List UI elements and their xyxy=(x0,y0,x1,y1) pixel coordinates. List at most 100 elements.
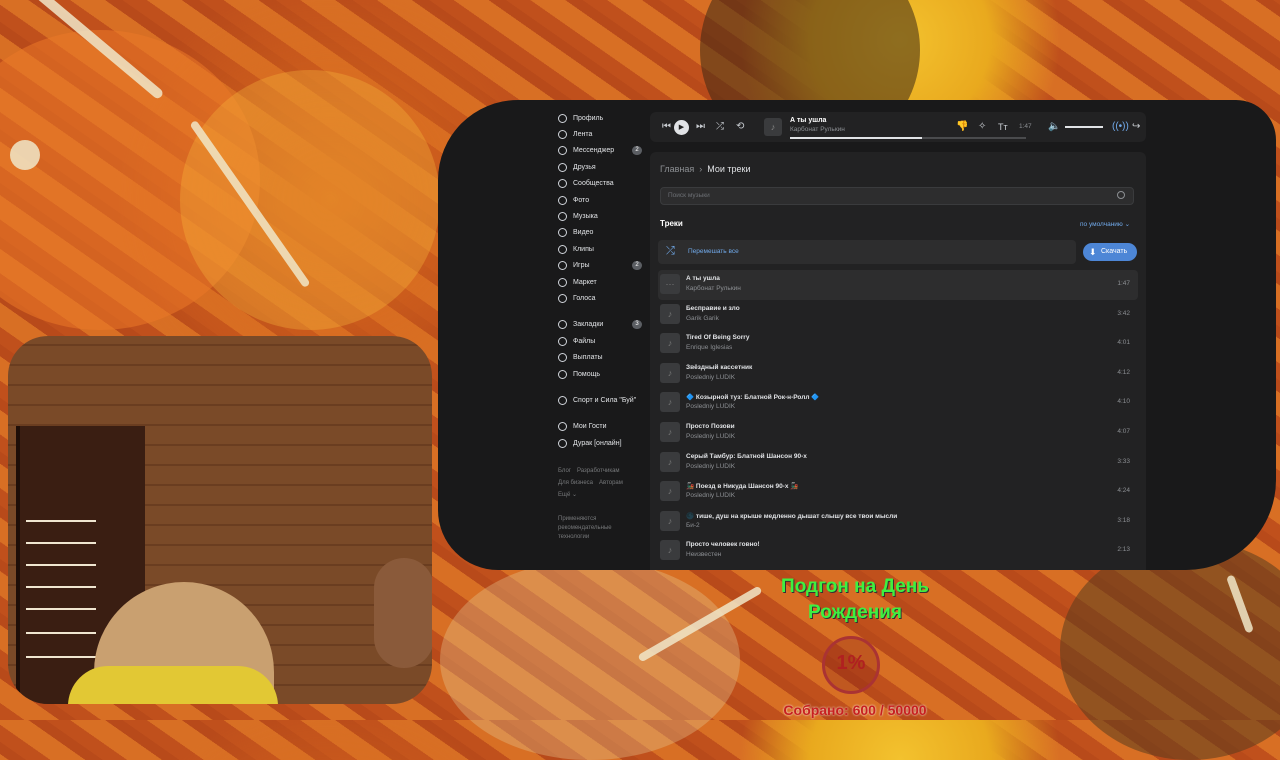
footer-link[interactable]: Авторам xyxy=(599,480,623,486)
track-title[interactable]: Бесправие и зло xyxy=(686,305,740,312)
sidebar-item-news[interactable]: Лента xyxy=(558,126,658,142)
track-title[interactable]: Звёздный кассетник xyxy=(686,364,752,371)
track-title[interactable]: 🌑 тише, душ на крыше медленно дышат слыш… xyxy=(686,512,897,520)
track-artist[interactable]: Карбонат Рулькин xyxy=(686,285,741,292)
next-track-icon[interactable]: ⏭ xyxy=(696,120,705,134)
sidebar-item-clips[interactable]: Клипы xyxy=(558,241,658,257)
track-duration: 4:10 xyxy=(1117,398,1130,406)
track-artist[interactable]: Posledniy LUDIK xyxy=(686,463,735,470)
track-artist[interactable]: Неизвестен xyxy=(686,551,721,558)
sidebar-item-profile[interactable]: Профиль xyxy=(558,110,658,126)
track-artist[interactable]: Enrique Iglesias xyxy=(686,344,732,351)
sidebar-item-label: Клипы xyxy=(573,245,594,253)
track-cover[interactable]: ♪ xyxy=(660,540,680,561)
track-artist[interactable]: Posledniy LUDIK xyxy=(686,492,735,499)
sidebar-item-label: Сообщества xyxy=(573,180,614,188)
track-artist[interactable]: Posledniy LUDIK xyxy=(686,433,735,440)
track-cover[interactable]: ♪ xyxy=(660,392,680,413)
track-cover[interactable]: ♪ xyxy=(660,421,680,442)
track-duration: 4:24 xyxy=(1117,487,1130,495)
now-playing-artist[interactable]: Карбонат Рулькин xyxy=(790,126,845,133)
sidebar-footer-links: Блог Разработчикам Для бизнеса Авторам Ещё ⌄ xyxy=(558,465,658,501)
sidebar-item-files[interactable]: Файлы xyxy=(558,333,658,349)
track-cover[interactable]: ♪ xyxy=(660,362,680,383)
lyrics-icon[interactable]: Tт xyxy=(998,120,1008,134)
track-artist[interactable]: Posledniy LUDIK xyxy=(686,374,735,381)
track-title[interactable]: Просто человек говно! xyxy=(686,541,760,548)
shuffle-all-button[interactable]: ⤮ Перемешать все xyxy=(658,240,1076,264)
footer-link[interactable]: Блог xyxy=(558,468,571,474)
search-icon[interactable] xyxy=(1117,191,1125,199)
sidebar-item-payouts[interactable]: Выплаты xyxy=(558,349,658,365)
track-title[interactable]: 🚂 Поезд в Никуда Шансон 90-х 🚂 xyxy=(686,482,798,490)
track-artist[interactable]: Би-2 xyxy=(686,522,700,529)
track-cover[interactable]: ♪ xyxy=(660,303,680,324)
clips-icon xyxy=(558,244,567,254)
sidebar-item-messenger[interactable]: Мессенджер 2 xyxy=(558,143,658,159)
track-row[interactable]: ♪ 🔷 Козырной туз: Блатной Рок-н-Ролл 🔷 Pos… xyxy=(658,388,1138,418)
track-row[interactable]: ♪ Серый Тамбур: Блатной Шансон 90-х Posled… xyxy=(658,448,1138,478)
track-cover[interactable]: ♪ xyxy=(660,451,680,472)
sidebar-item-group[interactable]: Спорт и Сила "Буй" xyxy=(558,392,658,408)
share-icon[interactable]: ↪ xyxy=(1132,120,1140,134)
footer-link[interactable]: Для бизнеса xyxy=(558,480,593,486)
sidebar-item-label: Фото xyxy=(573,196,590,204)
track-title[interactable]: Просто Позови xyxy=(686,423,735,430)
sidebar-item-video[interactable]: Видео xyxy=(558,225,658,241)
sparkle-icon[interactable]: ✧ xyxy=(978,120,986,134)
sidebar-item-photo[interactable]: Фото xyxy=(558,192,658,208)
track-row[interactable]: ♪ Бесправие и зло Garik Garik 3:42 xyxy=(658,300,1138,330)
sidebar-item-friends[interactable]: Друзья xyxy=(558,159,658,175)
volume-slider[interactable] xyxy=(1065,126,1103,128)
now-playing-title[interactable]: А ты ушла xyxy=(790,117,826,124)
track-artist[interactable]: Garik Garik xyxy=(686,315,719,322)
previous-track-icon[interactable]: ⏮ xyxy=(662,120,671,134)
sidebar-item-votes[interactable]: Голоса xyxy=(558,290,658,306)
playback-progress[interactable] xyxy=(790,137,1026,139)
footer-link[interactable]: Разработчикам xyxy=(577,468,620,474)
track-row[interactable]: ♪ Просто Позови Posledniy LUDIK 4:07 xyxy=(658,418,1138,448)
footer-link[interactable]: Ещё ⌄ xyxy=(558,492,577,498)
track-cover[interactable]: ♪ xyxy=(660,481,680,502)
music-search-input[interactable]: Поиск музыки xyxy=(660,187,1134,205)
sort-dropdown[interactable]: по умолчанию ⌄ xyxy=(1080,220,1130,228)
communities-icon xyxy=(558,179,567,189)
track-row[interactable]: ♪ 🌑 тише, душ на крыше медленно дышат слы… xyxy=(658,507,1138,537)
track-row[interactable]: ♪ Просто человек говно! Неизвестен 2:13 xyxy=(658,536,1138,566)
track-title[interactable]: 🔷 Козырной туз: Блатной Рок-н-Ролл 🔷 xyxy=(686,393,819,401)
broadcast-icon[interactable]: ((•)) xyxy=(1112,120,1129,134)
donation-goal-title: Подгон на День Рождения xyxy=(781,576,929,623)
sidebar-item-game[interactable]: Дурак [онлайн] xyxy=(558,435,658,451)
votes-icon xyxy=(558,293,567,303)
track-row[interactable]: ♪ Звёздный кассетник Posledniy LUDIK 4:12 xyxy=(658,359,1138,389)
play-button[interactable]: ▶ xyxy=(674,120,689,135)
track-title[interactable]: Tired Of Being Sorry xyxy=(686,334,749,341)
sidebar-item-music[interactable]: Музыка xyxy=(558,208,658,224)
download-button[interactable]: ⬇ Скачать xyxy=(1083,243,1137,261)
sidebar-item-help[interactable]: Помощь xyxy=(558,366,658,382)
sidebar-item-guests[interactable]: Мои Гости xyxy=(558,419,658,435)
help-icon xyxy=(558,369,567,379)
dislike-icon[interactable]: 👎 xyxy=(956,120,968,134)
track-artist[interactable]: Posledniy LUDIK xyxy=(686,403,735,410)
download-label: Скачать xyxy=(1101,248,1128,255)
repeat-icon[interactable]: ⟲ xyxy=(736,120,744,134)
track-cover[interactable]: ♪ xyxy=(660,510,680,531)
track-row[interactable]: ⋯ А ты ушла Карбонат Рулькин 1:47 xyxy=(658,270,1138,300)
sidebar-item-market[interactable]: Маркет xyxy=(558,274,658,290)
track-title[interactable]: Серый Тамбур: Блатной Шансон 90-х xyxy=(686,453,807,460)
counter-badge: 2 xyxy=(632,261,642,271)
breadcrumb-home[interactable]: Главная xyxy=(660,164,694,174)
sidebar-item-label: Выплаты xyxy=(573,354,603,362)
shuffle-icon[interactable]: ⤮ xyxy=(716,120,724,134)
track-cover[interactable]: ⋯ xyxy=(660,274,680,294)
sidebar-item-bookmarks[interactable]: Закладки 3 xyxy=(558,317,658,333)
track-cover[interactable]: ♪ xyxy=(660,333,680,354)
sidebar-item-games[interactable]: Игры 2 xyxy=(558,258,658,274)
track-row[interactable]: ♪ 🚂 Поезд в Никуда Шансон 90-х 🚂 Posledniy… xyxy=(658,477,1138,507)
volume-icon[interactable]: 🔈 xyxy=(1048,120,1060,134)
my-tracks-panel: Главная › Мои треки Поиск музыки Треки п… xyxy=(650,152,1146,570)
track-row[interactable]: ♪ Tired Of Being Sorry Enrique Iglesias 4:0… xyxy=(658,329,1138,359)
track-title[interactable]: А ты ушла xyxy=(686,275,720,282)
sidebar-item-communities[interactable]: Сообщества xyxy=(558,176,658,192)
